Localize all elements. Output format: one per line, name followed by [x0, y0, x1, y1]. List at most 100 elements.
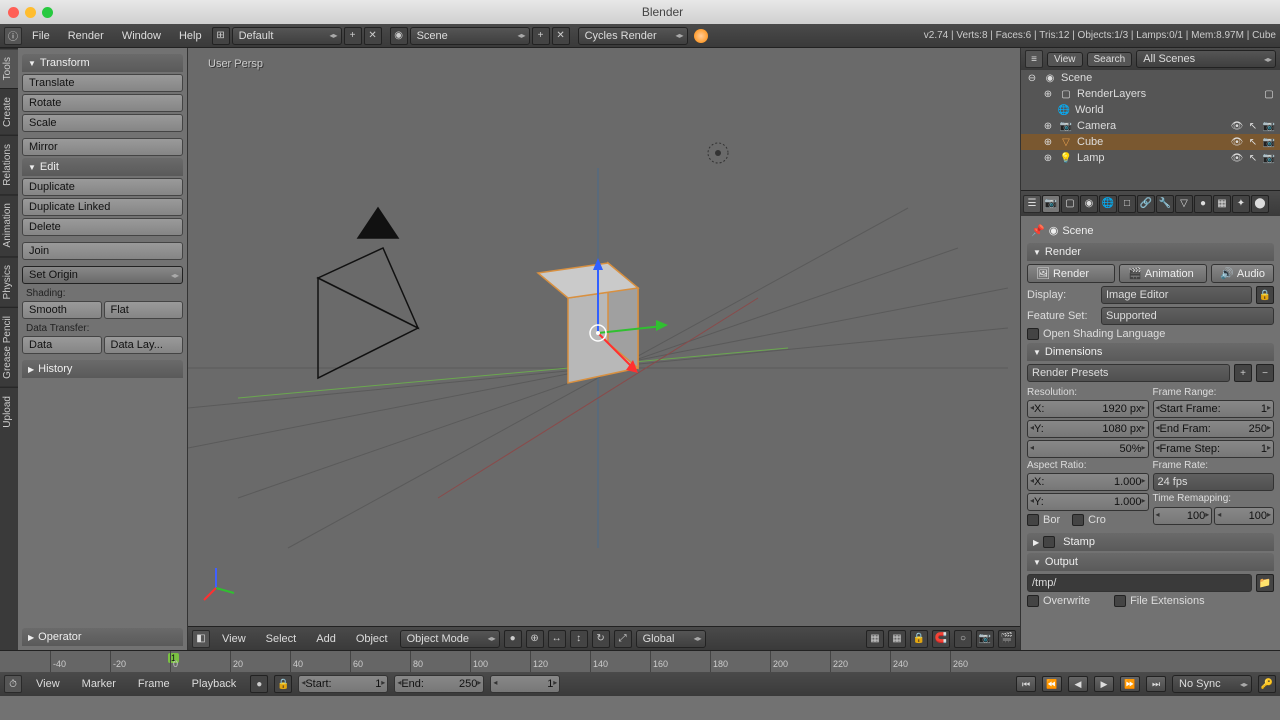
layers-icon[interactable]: ▦	[866, 630, 884, 648]
manipulator-scale-icon[interactable]: ⤢	[614, 630, 632, 648]
snap-icon[interactable]: 🧲	[932, 630, 950, 648]
res-x-field[interactable]: X:1920 px	[1027, 400, 1149, 418]
outliner-camera[interactable]: ⊕📷Camera👁↖📷	[1021, 118, 1280, 134]
cursor-icon[interactable]: ↖	[1246, 119, 1260, 133]
panel-stamp[interactable]: Stamp	[1027, 533, 1274, 551]
lock-interface-icon[interactable]: 🔒	[1256, 286, 1274, 304]
editor-type-3dview-icon[interactable]: ◧	[192, 630, 210, 648]
cursor-icon[interactable]: ↖	[1246, 151, 1260, 165]
start-frame-field[interactable]: Start Frame:1	[1153, 400, 1275, 418]
play-icon[interactable]: ▶	[1094, 676, 1114, 692]
play-reverse-icon[interactable]: ◀	[1068, 676, 1088, 692]
panel-transform[interactable]: Transform	[22, 54, 183, 72]
duplicate-button[interactable]: Duplicate	[22, 178, 183, 196]
overwrite-checkbox[interactable]	[1027, 595, 1039, 607]
editor-type-timeline-icon[interactable]: ⏱	[4, 675, 22, 693]
viewport-shading-icon[interactable]: ●	[504, 630, 522, 648]
orientation-dropdown[interactable]: Global	[636, 630, 706, 648]
res-pct-field[interactable]: 50%	[1027, 440, 1149, 458]
keyframe-next-icon[interactable]: ⏩	[1120, 676, 1140, 692]
tl-menu-playback[interactable]: Playback	[184, 676, 245, 692]
frame-step-field[interactable]: Frame Step:1	[1153, 440, 1275, 458]
render-presets-dropdown[interactable]: Render Presets	[1027, 364, 1230, 382]
menu-render[interactable]: Render	[60, 28, 112, 44]
panel-render[interactable]: Render	[1027, 243, 1274, 261]
render-preview-icon[interactable]: 📷	[976, 630, 994, 648]
scene-dropdown[interactable]: Scene	[410, 27, 530, 45]
ptab-particles[interactable]: ✦	[1232, 195, 1250, 213]
output-path-field[interactable]: /tmp/	[1027, 574, 1252, 592]
eye-icon[interactable]: 👁	[1230, 151, 1244, 165]
mirror-button[interactable]: Mirror	[22, 138, 183, 156]
ptab-physics[interactable]: ⬤	[1251, 195, 1269, 213]
delete-button[interactable]: Delete	[22, 218, 183, 236]
tl-menu-view[interactable]: View	[28, 676, 68, 692]
preset-add-icon[interactable]: +	[1234, 364, 1252, 382]
file-browser-icon[interactable]: 📁	[1256, 574, 1274, 592]
cursor-icon[interactable]: ↖	[1246, 135, 1260, 149]
display-dropdown[interactable]: Image Editor	[1101, 286, 1252, 304]
3d-viewport[interactable]: User Persp	[188, 48, 1020, 650]
3d-menu-select[interactable]: Select	[258, 631, 305, 647]
render-anim-icon[interactable]: 🎬	[998, 630, 1016, 648]
manipulator-translate-icon[interactable]: ↕	[570, 630, 588, 648]
tl-menu-frame[interactable]: Frame	[130, 676, 178, 692]
editor-type-properties-icon[interactable]: ☰	[1023, 195, 1041, 213]
minimize-window[interactable]	[25, 7, 36, 18]
ptab-world[interactable]: 🌐	[1099, 195, 1117, 213]
osl-checkbox[interactable]	[1027, 328, 1039, 340]
duplicate-linked-button[interactable]: Duplicate Linked	[22, 198, 183, 216]
end-frame-field[interactable]: End Fram:250	[1153, 420, 1275, 438]
screen-browse-icon[interactable]: ⊞	[212, 27, 230, 45]
scale-button[interactable]: Scale	[22, 114, 183, 132]
flat-button[interactable]: Flat	[104, 301, 184, 319]
vtab-upload[interactable]: Upload	[0, 387, 18, 436]
vtab-physics[interactable]: Physics	[0, 256, 18, 307]
menu-window[interactable]: Window	[114, 28, 169, 44]
animation-button[interactable]: 🎬Animation	[1119, 264, 1207, 283]
vtab-create[interactable]: Create	[0, 88, 18, 135]
ptab-data[interactable]: ▽	[1175, 195, 1193, 213]
vtab-grease-pencil[interactable]: Grease Pencil	[0, 307, 18, 387]
outliner-search[interactable]: Search	[1087, 52, 1133, 67]
screen-layout-dropdown[interactable]: Default	[232, 27, 342, 45]
3d-menu-object[interactable]: Object	[348, 631, 396, 647]
keying-set-icon[interactable]: 🔑	[1258, 675, 1276, 693]
pin-icon[interactable]: 📌	[1031, 224, 1045, 237]
render-engine-dropdown[interactable]: Cycles Render	[578, 27, 688, 45]
outliner-view[interactable]: View	[1047, 52, 1083, 67]
render-icon[interactable]: 📷	[1262, 135, 1276, 149]
keyframe-type-icon[interactable]: 🔒	[274, 675, 292, 693]
outliner[interactable]: ⊖◉Scene ⊕▢RenderLayers▢ 🌐World ⊕📷Camera👁…	[1021, 70, 1280, 190]
screen-add-icon[interactable]: +	[344, 27, 362, 45]
ptab-constraints[interactable]: 🔗	[1137, 195, 1155, 213]
vtab-animation[interactable]: Animation	[0, 194, 18, 255]
outliner-filter-dropdown[interactable]: All Scenes	[1136, 50, 1276, 68]
set-origin-dropdown[interactable]: Set Origin	[22, 266, 183, 284]
panel-output[interactable]: Output	[1027, 553, 1274, 571]
remap-new-field[interactable]: 100	[1214, 507, 1274, 525]
auto-keyframe-icon[interactable]: ●	[250, 675, 268, 693]
scene-browse-icon[interactable]: ◉	[390, 27, 408, 45]
jump-start-icon[interactable]: ⏮	[1016, 676, 1036, 692]
scene-delete-icon[interactable]: ✕	[552, 27, 570, 45]
outliner-scene[interactable]: ⊖◉Scene	[1021, 70, 1280, 86]
panel-edit[interactable]: Edit	[22, 158, 183, 176]
ptab-material[interactable]: ●	[1194, 195, 1212, 213]
keyframe-prev-icon[interactable]: ⏪	[1042, 676, 1062, 692]
tl-current-field[interactable]: 1	[490, 675, 560, 693]
ptab-scene[interactable]: ◉	[1080, 195, 1098, 213]
ptab-texture[interactable]: ▦	[1213, 195, 1231, 213]
outliner-cube[interactable]: ⊕▽Cube👁↖📷	[1021, 134, 1280, 150]
scene-add-icon[interactable]: +	[532, 27, 550, 45]
feature-dropdown[interactable]: Supported	[1101, 307, 1274, 325]
remap-old-field[interactable]: 100	[1153, 507, 1213, 525]
smooth-button[interactable]: Smooth	[22, 301, 102, 319]
pivot-icon[interactable]: ⊕	[526, 630, 544, 648]
close-window[interactable]	[8, 7, 19, 18]
file-ext-checkbox[interactable]	[1114, 595, 1126, 607]
res-y-field[interactable]: Y:1080 px	[1027, 420, 1149, 438]
rotate-button[interactable]: Rotate	[22, 94, 183, 112]
sync-dropdown[interactable]: No Sync	[1172, 675, 1252, 693]
data-button[interactable]: Data	[22, 336, 102, 354]
